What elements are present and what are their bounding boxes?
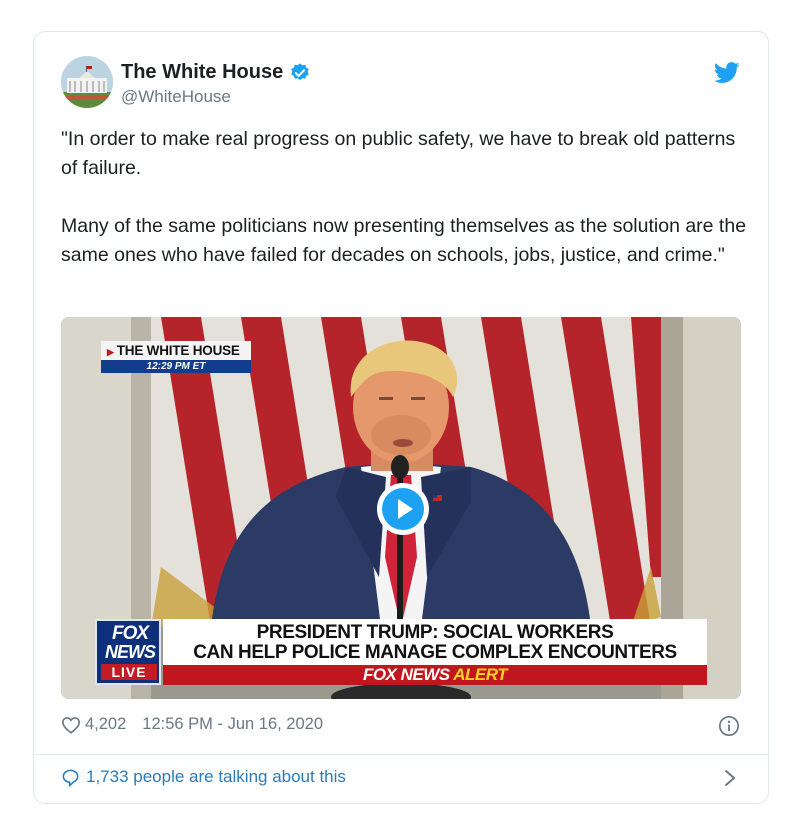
white-house-avatar-image (61, 56, 113, 108)
tweet-paragraph-1: "In order to make real progress on publi… (61, 128, 736, 179)
video-player[interactable]: ▶ THE WHITE HOUSE 12:29 PM ET FOX NEWS LI… (61, 317, 741, 699)
live-badge: LIVE (101, 664, 157, 680)
tweet-timestamp[interactable]: 12:56 PM - Jun 16, 2020 (142, 715, 323, 734)
fox-news-logo: FOX NEWS LIVE (95, 619, 161, 685)
bug-title: ▶ THE WHITE HOUSE (101, 341, 251, 360)
chevron-right-icon[interactable] (724, 769, 736, 787)
play-icon (398, 499, 413, 519)
divider (34, 754, 768, 755)
triangle-icon: ▶ (107, 347, 114, 357)
tweet-card: The White House @WhiteHouse "In order to… (33, 31, 769, 804)
chyron: FOX NEWS LIVE PRESIDENT TRUMP: SOCIAL WO… (95, 619, 707, 687)
info-icon[interactable] (718, 715, 740, 737)
author-row: The White House (121, 61, 311, 84)
twitter-bird-icon[interactable] (714, 62, 740, 84)
headline-line-2: CAN HELP POLICE MANAGE COMPLEX ENCOUNTER… (193, 642, 677, 663)
speech-bubble-icon (62, 769, 79, 787)
like-count[interactable]: 4,202 (85, 715, 126, 734)
network-bug: ▶ THE WHITE HOUSE 12:29 PM ET (101, 341, 251, 373)
conversation-link[interactable]: 1,733 people are talking about this (61, 767, 346, 787)
heart-icon[interactable] (61, 716, 81, 734)
play-circle (382, 488, 424, 530)
chyron-headline: PRESIDENT TRUMP: SOCIAL WORKERS CAN HELP… (163, 619, 707, 665)
logo-line-2: NEWS (105, 642, 156, 662)
play-button[interactable] (377, 483, 429, 535)
author-name[interactable]: The White House (121, 61, 283, 84)
tweet-meta: 4,202 12:56 PM - Jun 16, 2020 (61, 715, 323, 734)
bug-title-text: THE WHITE HOUSE (116, 343, 240, 358)
avatar[interactable] (61, 56, 113, 108)
alert-bar: FOX NEWS ALERT (163, 665, 707, 685)
verified-badge-icon (291, 62, 310, 80)
alert-brand: FOX NEWS (362, 665, 450, 684)
bug-time: 12:29 PM ET (101, 360, 251, 373)
headline-line-1: PRESIDENT TRUMP: SOCIAL WORKERS (256, 622, 614, 643)
alert-word: ALERT (453, 665, 508, 684)
tweet-paragraph-2: Many of the same politicians now present… (61, 215, 747, 266)
talking-count[interactable]: 1,733 people are talking about this (86, 767, 346, 787)
tweet-text: "In order to make real progress on publi… (61, 125, 751, 299)
author-handle[interactable]: @WhiteHouse (121, 87, 231, 107)
